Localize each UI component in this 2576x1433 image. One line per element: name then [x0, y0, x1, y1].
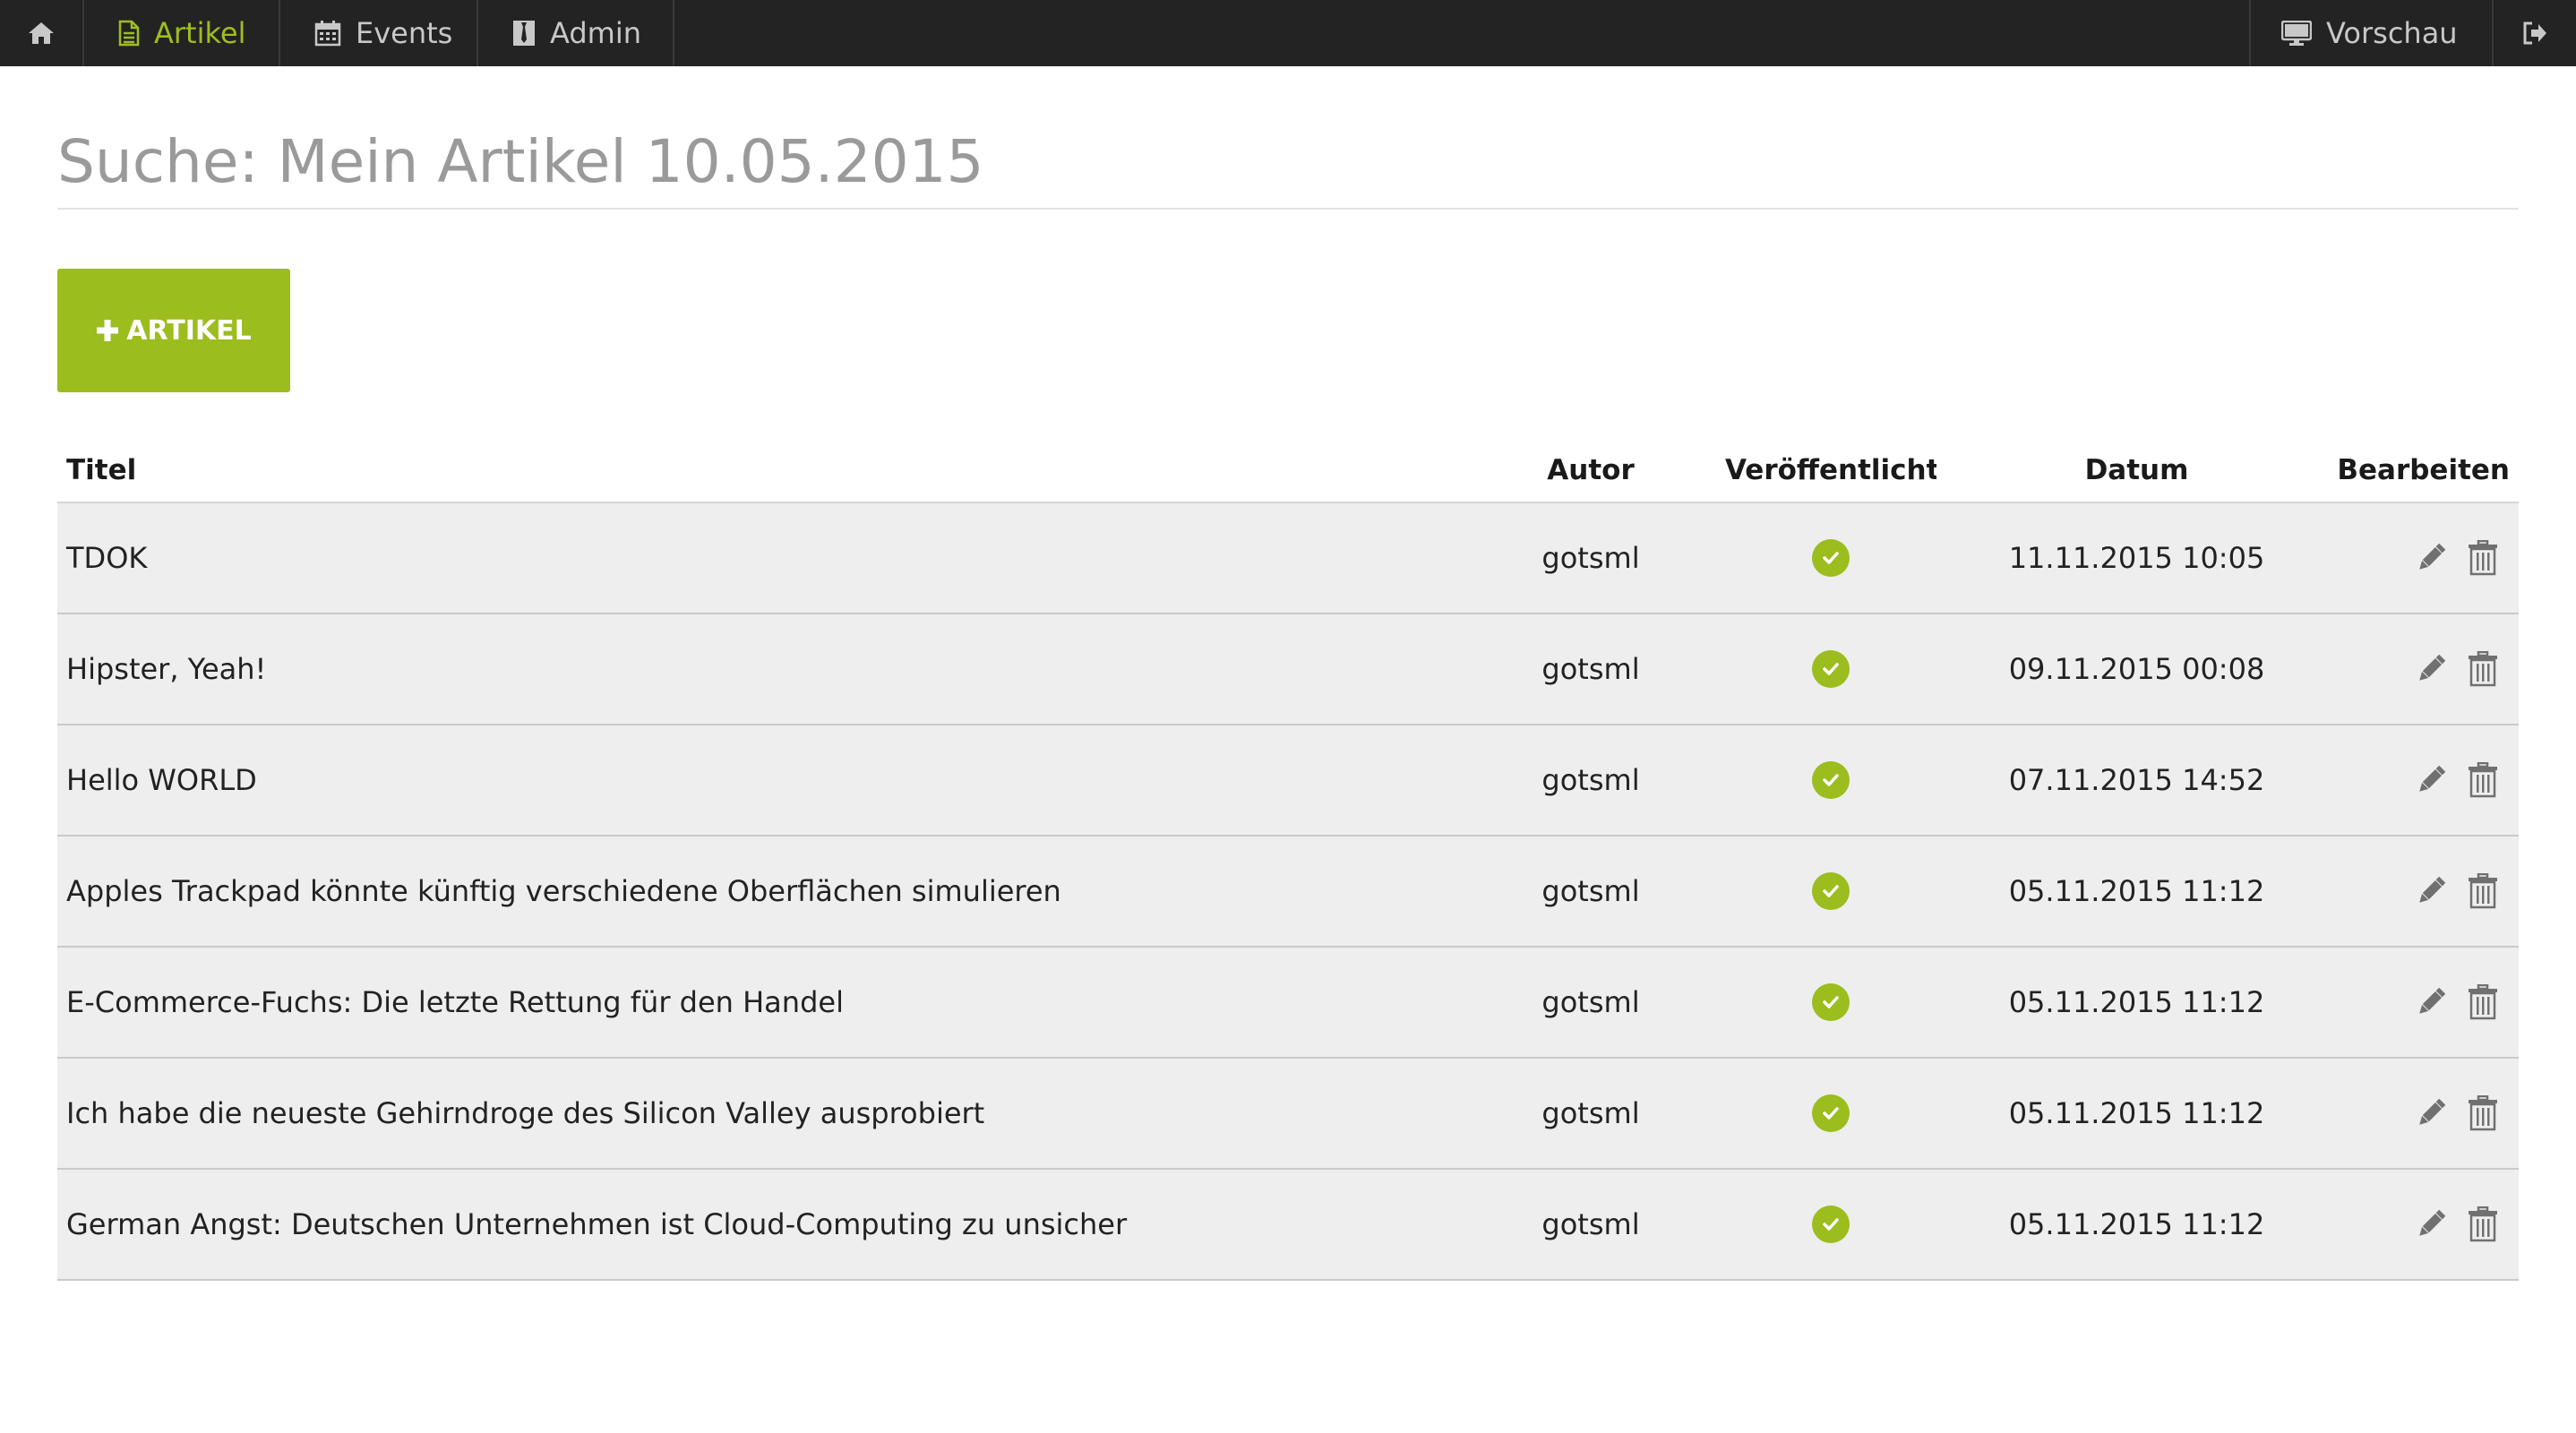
row-title[interactable]: Hipster, Yeah! — [57, 652, 1456, 686]
table-row: Hipster, Yeah! gotsml 09.11.2015 00:08 — [57, 614, 2519, 725]
row-published — [1725, 539, 1936, 577]
row-published — [1725, 872, 1936, 910]
row-date: 05.11.2015 11:12 — [2008, 985, 2265, 1019]
sign-out-icon — [2521, 21, 2548, 46]
row-actions — [2337, 870, 2519, 913]
nav-item-events-label: Events — [356, 16, 453, 50]
check-circle-icon — [1812, 872, 1850, 910]
add-article-button-label: ARTIKEL — [126, 314, 252, 347]
nav-item-admin[interactable]: Admin — [478, 0, 674, 66]
row-author: gotsml — [1541, 1096, 1640, 1130]
table-row: Hello WORLD gotsml 07.11.2015 14:52 — [57, 725, 2519, 837]
row-actions — [2337, 648, 2519, 691]
title-divider — [57, 208, 2519, 210]
header-author[interactable]: Autor — [1456, 454, 1725, 486]
table-row: E-Commerce-Fuchs: Die letzte Rettung für… — [57, 948, 2519, 1059]
row-published — [1725, 1206, 1936, 1243]
row-date: 07.11.2015 14:52 — [2008, 763, 2265, 797]
header-edit: Bearbeiten — [2337, 454, 2510, 486]
row-title[interactable]: E-Commerce-Fuchs: Die letzte Rettung für… — [57, 985, 1456, 1019]
row-author: gotsml — [1541, 985, 1640, 1019]
document-icon — [118, 20, 140, 47]
trash-icon[interactable] — [2463, 1203, 2503, 1246]
pencil-icon[interactable] — [2411, 1092, 2451, 1135]
pencil-icon[interactable] — [2411, 536, 2451, 579]
nav-right-group: Vorschau — [2249, 0, 2576, 66]
top-navigation: Artikel Events Admin Vorschau — [0, 0, 2576, 66]
row-date: 09.11.2015 00:08 — [2008, 652, 2265, 686]
header-published[interactable]: Veröffentlicht — [1725, 454, 1936, 486]
home-icon — [28, 21, 55, 45]
row-author: gotsml — [1541, 1207, 1640, 1241]
row-published — [1725, 761, 1936, 799]
trash-icon[interactable] — [2463, 1092, 2503, 1135]
page-title: Suche: Mein Artikel 10.05.2015 — [57, 127, 984, 196]
check-circle-icon — [1812, 650, 1850, 688]
plus-icon — [96, 311, 119, 350]
row-date: 05.11.2015 11:12 — [2008, 874, 2265, 908]
row-actions — [2337, 536, 2519, 579]
row-actions — [2337, 981, 2519, 1024]
check-circle-icon — [1812, 983, 1850, 1021]
check-circle-icon — [1812, 539, 1850, 577]
row-title[interactable]: TDOK — [57, 541, 1456, 575]
nav-item-artikel-label: Artikel — [154, 16, 246, 50]
row-date: 05.11.2015 11:12 — [2008, 1096, 2265, 1130]
check-circle-icon — [1812, 1206, 1850, 1243]
table-row: TDOK gotsml 11.11.2015 10:05 — [57, 503, 2519, 614]
header-title[interactable]: Titel — [57, 454, 1456, 486]
trash-icon[interactable] — [2463, 536, 2503, 579]
pencil-icon[interactable] — [2411, 759, 2451, 802]
table-header: Titel Autor Veröffentlicht Datum Bearbei… — [57, 439, 2519, 503]
check-circle-icon — [1812, 1094, 1850, 1132]
row-author: gotsml — [1541, 652, 1640, 686]
row-title[interactable]: Hello WORLD — [57, 763, 1456, 797]
row-actions — [2337, 1092, 2519, 1135]
row-published — [1725, 983, 1936, 1021]
row-actions — [2337, 759, 2519, 802]
nav-item-vorschau-label: Vorschau — [2326, 16, 2458, 50]
trash-icon[interactable] — [2463, 648, 2503, 691]
nav-item-artikel[interactable]: Artikel — [84, 0, 280, 66]
pencil-icon[interactable] — [2411, 981, 2451, 1024]
add-article-button[interactable]: ARTIKEL — [57, 269, 290, 392]
trash-icon[interactable] — [2463, 759, 2503, 802]
trash-icon[interactable] — [2463, 981, 2503, 1024]
row-published — [1725, 650, 1936, 688]
row-author: gotsml — [1541, 763, 1640, 797]
row-author: gotsml — [1541, 874, 1640, 908]
nav-left-group: Artikel Events Admin — [0, 0, 674, 66]
table-row: German Angst: Deutschen Unternehmen ist … — [57, 1170, 2519, 1281]
tie-icon — [512, 20, 536, 47]
check-circle-icon — [1812, 761, 1850, 799]
pencil-icon[interactable] — [2411, 870, 2451, 913]
trash-icon[interactable] — [2463, 870, 2503, 913]
pencil-icon[interactable] — [2411, 648, 2451, 691]
pencil-icon[interactable] — [2411, 1203, 2451, 1246]
monitor-icon — [2281, 21, 2312, 46]
nav-home[interactable] — [0, 0, 84, 66]
row-date: 05.11.2015 11:12 — [2008, 1207, 2265, 1241]
nav-item-admin-label: Admin — [550, 16, 641, 50]
table-row: Apples Trackpad könnte künftig verschied… — [57, 837, 2519, 948]
nav-logout[interactable] — [2492, 0, 2576, 66]
calendar-icon — [314, 20, 341, 47]
row-title[interactable]: Ich habe die neueste Gehirndroge des Sil… — [57, 1096, 1456, 1130]
nav-item-vorschau[interactable]: Vorschau — [2249, 0, 2492, 66]
row-date: 11.11.2015 10:05 — [2008, 541, 2265, 575]
row-actions — [2337, 1203, 2519, 1246]
row-title[interactable]: Apples Trackpad könnte künftig verschied… — [57, 874, 1456, 908]
articles-table: Titel Autor Veröffentlicht Datum Bearbei… — [57, 439, 2519, 1281]
row-title[interactable]: German Angst: Deutschen Unternehmen ist … — [57, 1207, 1456, 1241]
header-date[interactable]: Datum — [1936, 454, 2337, 486]
nav-item-events[interactable]: Events — [280, 0, 478, 66]
table-row: Ich habe die neueste Gehirndroge des Sil… — [57, 1059, 2519, 1170]
row-published — [1725, 1094, 1936, 1132]
row-author: gotsml — [1541, 541, 1640, 575]
